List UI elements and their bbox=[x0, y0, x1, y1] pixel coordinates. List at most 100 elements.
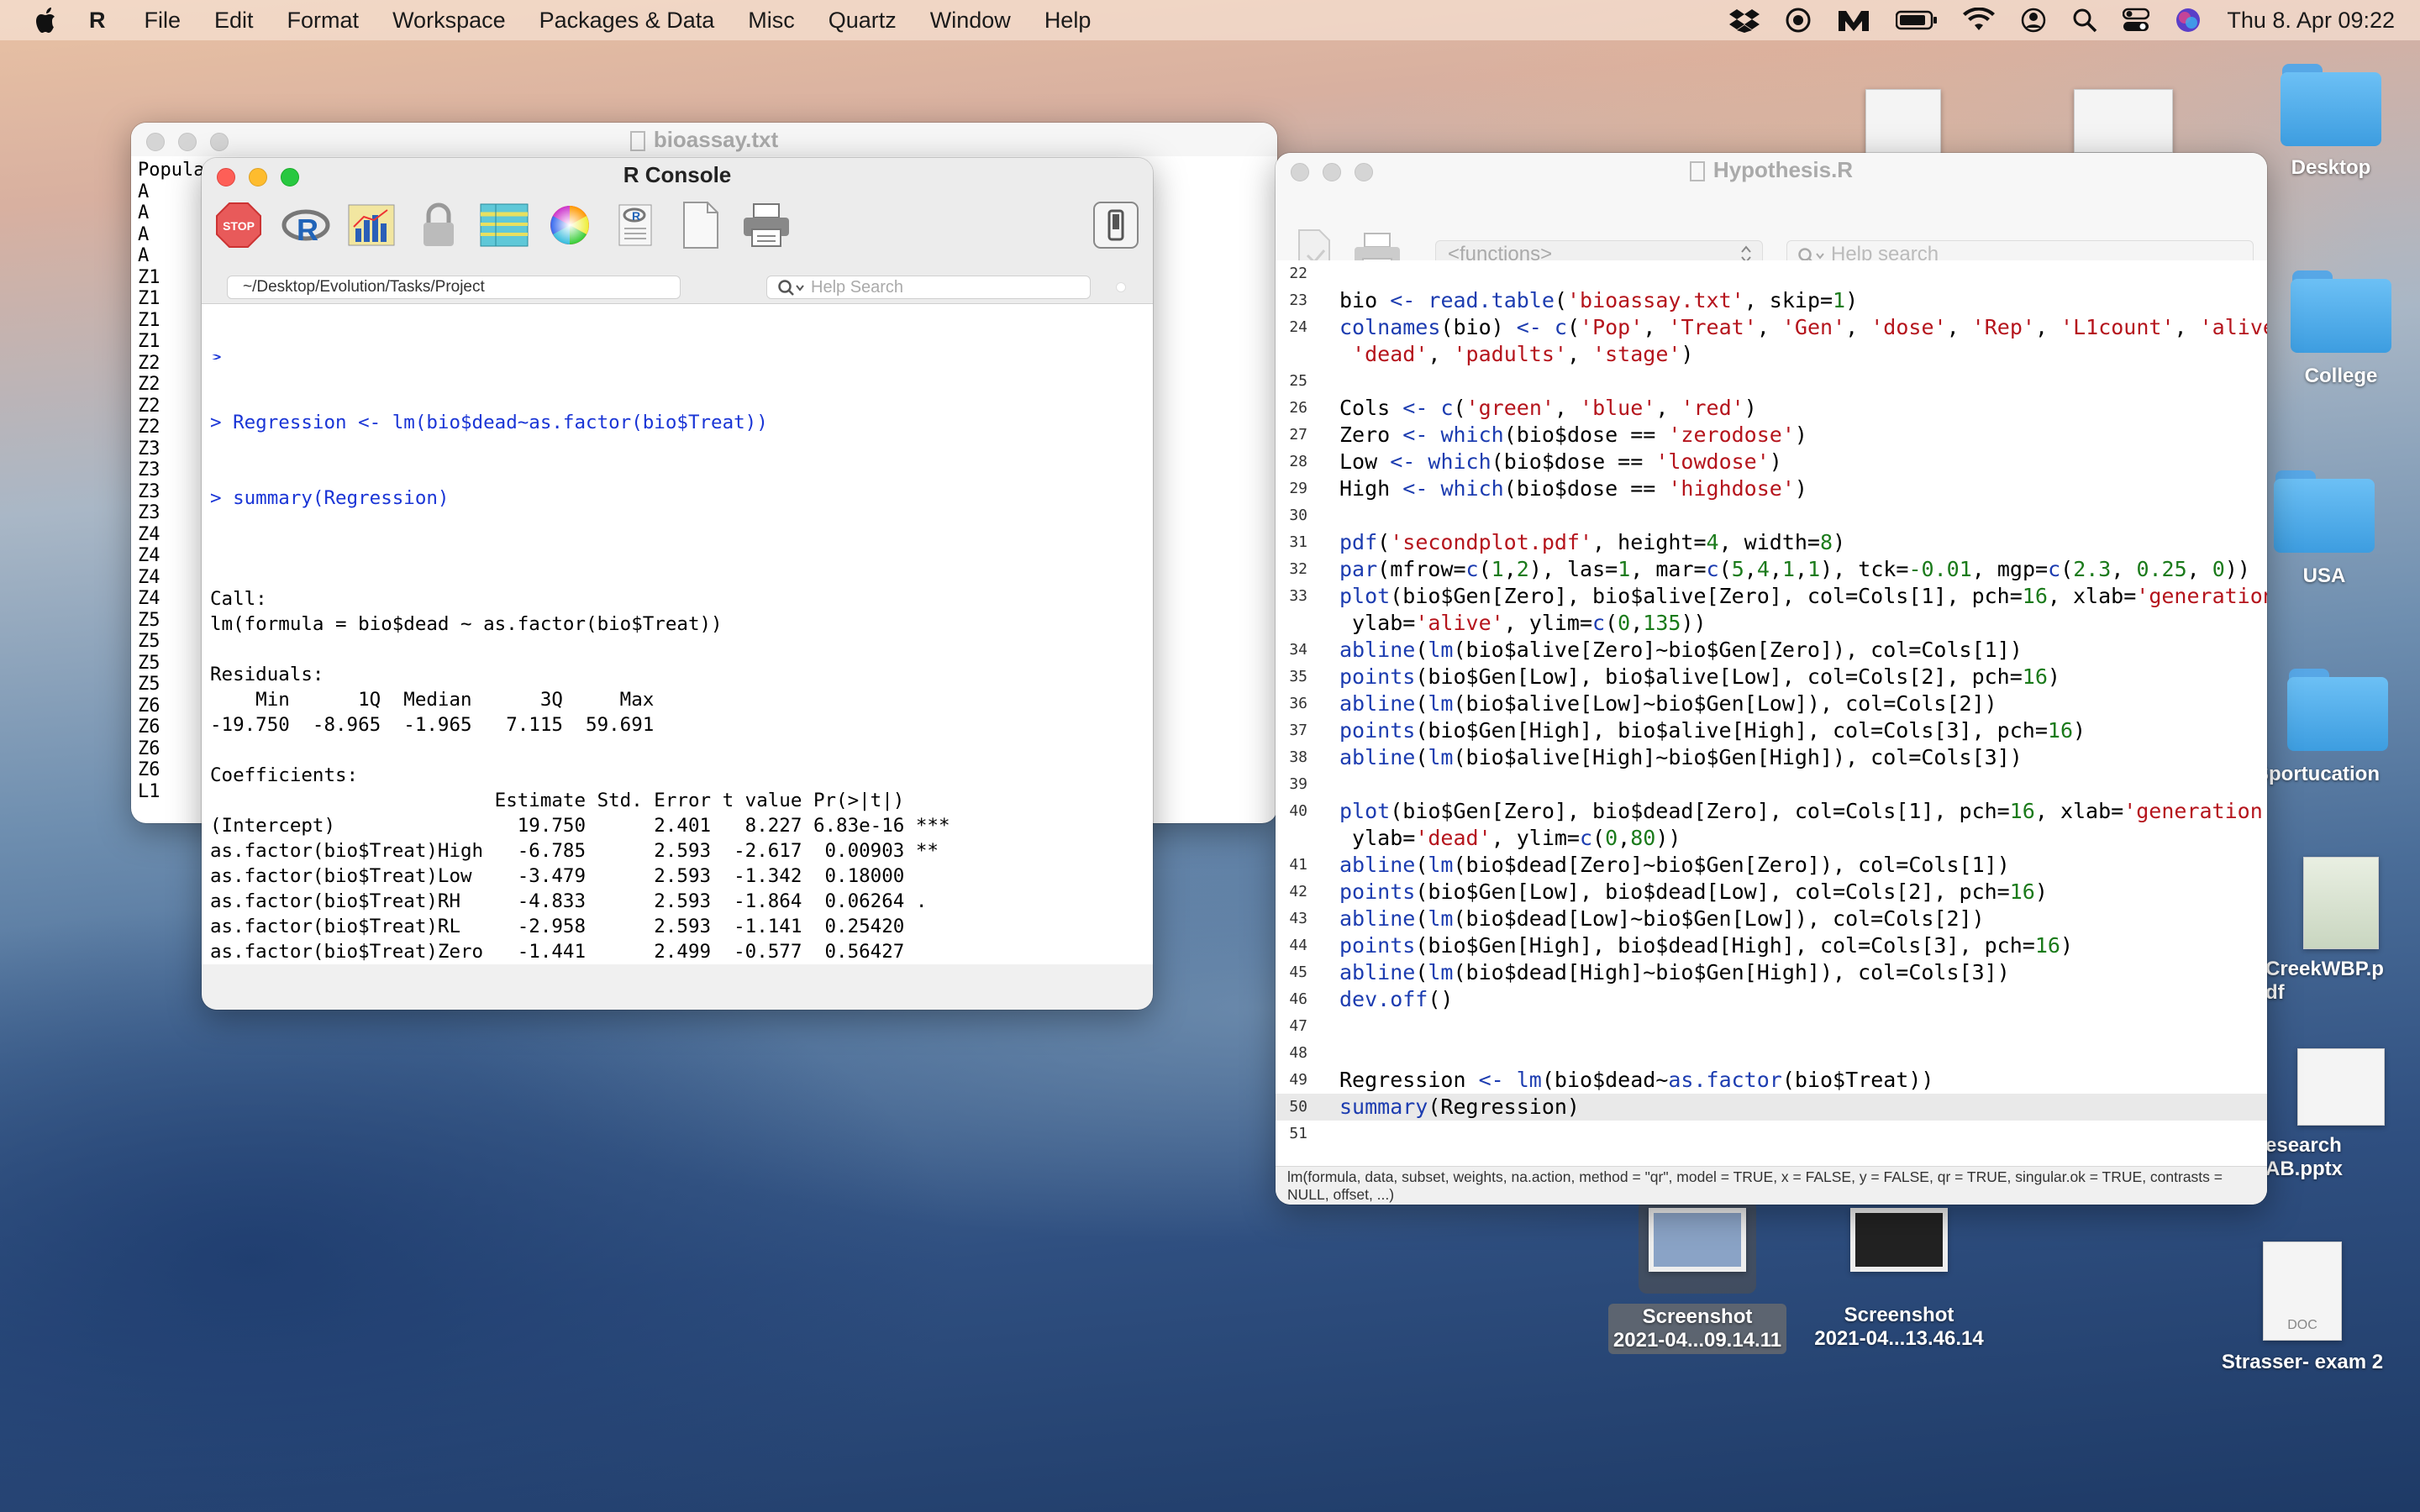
desktop-folder-usa[interactable]: USA bbox=[2249, 470, 2400, 588]
desktop-document-icon[interactable] bbox=[1857, 89, 1949, 156]
battery-icon[interactable] bbox=[1896, 9, 1938, 31]
code-editor[interactable]: 22 23 bio <- read.table('bioassay.txt', sk… bbox=[1276, 260, 2267, 1151]
code-line[interactable]: 23 bio <- read.table('bioassay.txt', skip… bbox=[1276, 287, 2267, 314]
code-line[interactable]: ylab='alive', ylim=c(0,135)) bbox=[1276, 610, 2267, 637]
menu-window[interactable]: Window bbox=[930, 8, 1011, 34]
r-console-window[interactable]: R Console STOP R R ~/Desktop/Evolution/T… bbox=[202, 158, 1153, 1010]
code-line[interactable]: 42 points(bio$Gen[Low], bio$dead[Low], co… bbox=[1276, 879, 2267, 906]
code-line[interactable]: 49 Regression <- lm(bio$dead~as.factor(bi… bbox=[1276, 1067, 2267, 1094]
dropbox-icon[interactable] bbox=[1729, 8, 1760, 33]
user-icon[interactable] bbox=[2020, 7, 2047, 34]
line-number: 32 bbox=[1289, 560, 1307, 578]
desktop-folder-sportucation[interactable]: Sportucation bbox=[2255, 669, 2420, 786]
working-directory-field[interactable]: ~/Desktop/Evolution/Tasks/Project bbox=[227, 276, 681, 299]
control-center-icon[interactable] bbox=[2123, 8, 2150, 33]
code-line[interactable]: 48 bbox=[1276, 1040, 2267, 1067]
code-line[interactable]: 28 Low <- which(bio$dose == 'lowdose') bbox=[1276, 449, 2267, 475]
apple-menu-icon[interactable] bbox=[35, 6, 60, 34]
code-line[interactable]: 35 points(bio$Gen[Low], bio$alive[Low], c… bbox=[1276, 664, 2267, 690]
code-line[interactable]: 37 points(bio$Gen[High], bio$alive[High],… bbox=[1276, 717, 2267, 744]
code-line[interactable]: 46 dev.off() bbox=[1276, 986, 2267, 1013]
line-number: 24 bbox=[1289, 318, 1307, 336]
wifi-icon[interactable] bbox=[1963, 8, 1996, 33]
code-line[interactable]: 38 abline(lm(bio$alive[High]~bio$Gen[High… bbox=[1276, 744, 2267, 771]
menu-app-r[interactable]: R bbox=[89, 8, 106, 34]
lock-icon[interactable] bbox=[413, 200, 464, 250]
menu-quartz[interactable]: Quartz bbox=[829, 8, 897, 34]
code-line[interactable]: 27 Zero <- which(bio$dose == 'zerodose') bbox=[1276, 422, 2267, 449]
menubar-clock[interactable]: Thu 8. Apr 09:22 bbox=[2227, 8, 2395, 34]
close-button[interactable] bbox=[146, 133, 165, 151]
m-app-icon[interactable] bbox=[1837, 8, 1870, 33]
desktop-screenshot-2[interactable]: Screenshot 2021-04...13.46.14 bbox=[1798, 1200, 2000, 1351]
code-line[interactable]: 50 summary(Regression) bbox=[1276, 1094, 2267, 1121]
console-titlebar[interactable]: R Console bbox=[202, 158, 1153, 192]
code-line[interactable]: 34 abline(lm(bio$alive[Zero]~bio$Gen[Zero… bbox=[1276, 637, 2267, 664]
color-wheel-icon[interactable] bbox=[544, 200, 595, 250]
close-button[interactable] bbox=[1291, 163, 1309, 181]
code-line[interactable]: 31 pdf('secondplot.pdf', height=4, width=… bbox=[1276, 529, 2267, 556]
desktop-document-thumbnail[interactable] bbox=[2069, 89, 2178, 153]
code-line[interactable]: 41 abline(lm(bio$dead[Zero]~bio$Gen[Zero]… bbox=[1276, 852, 2267, 879]
desktop-file-creekwbp[interactable]: CreekWBP.p df bbox=[2265, 857, 2417, 1005]
minimize-button[interactable] bbox=[178, 133, 197, 151]
bioassay-titlebar[interactable]: bioassay.txt bbox=[131, 123, 1277, 156]
desktop-folder-desktop[interactable]: Desktop bbox=[2255, 64, 2407, 180]
editor-window-hypothesis[interactable]: Hypothesis.R <functions> Help search 22 2… bbox=[1276, 153, 2267, 1205]
code-line[interactable]: 32 par(mfrow=c(1,2), las=1, mar=c(5,4,1,1… bbox=[1276, 556, 2267, 583]
desktop-file-research-pptx[interactable]: esearch AB.pptx bbox=[2265, 1048, 2417, 1181]
menu-help[interactable]: Help bbox=[1044, 8, 1092, 34]
minimize-button[interactable] bbox=[249, 168, 267, 186]
new-document-icon[interactable] bbox=[676, 200, 726, 250]
code-line[interactable]: 44 points(bio$Gen[High], bio$dead[High], … bbox=[1276, 932, 2267, 959]
siri-icon[interactable] bbox=[2175, 7, 2202, 34]
menu-edit[interactable]: Edit bbox=[214, 8, 254, 34]
code-line[interactable]: 40 plot(bio$Gen[Zero], bio$dead[Zero], co… bbox=[1276, 798, 2267, 825]
code-line[interactable]: 22 bbox=[1276, 260, 2267, 287]
code-line[interactable]: 51 bbox=[1276, 1121, 2267, 1147]
console-output-line: as.factor(bio$Treat)Zero -1.441 2.499 -0… bbox=[210, 941, 950, 963]
code-line[interactable]: 'dead', 'padults', 'stage') bbox=[1276, 341, 2267, 368]
spotlight-search-icon[interactable] bbox=[2072, 8, 2097, 33]
new-quartz-icon[interactable]: R bbox=[610, 200, 660, 250]
menu-packages-data[interactable]: Packages & Data bbox=[539, 8, 715, 34]
code-line[interactable]: 43 abline(lm(bio$dead[Low]~bio$Gen[Low]),… bbox=[1276, 906, 2267, 932]
desktop-folder-college[interactable]: College bbox=[2265, 270, 2417, 388]
code-text: Low <- which(bio$dose == 'lowdose') bbox=[1339, 449, 1782, 474]
desktop-file-strasser-exam[interactable]: DOC Strasser- exam 2 bbox=[2202, 1242, 2403, 1374]
code-line[interactable]: 29 High <- which(bio$dose == 'highdose') bbox=[1276, 475, 2267, 502]
code-line[interactable]: 33 plot(bio$Gen[Zero], bio$alive[Zero], c… bbox=[1276, 583, 2267, 610]
print-icon[interactable] bbox=[741, 200, 792, 250]
console-output[interactable]: > > Regression <- lm(bio$dead~as.factor(… bbox=[202, 304, 1153, 964]
code-line[interactable]: ylab='dead', ylim=c(0,80)) bbox=[1276, 825, 2267, 852]
r-source-icon[interactable]: R bbox=[281, 200, 331, 250]
zoom-button[interactable] bbox=[281, 168, 299, 186]
close-button[interactable] bbox=[217, 168, 235, 186]
zoom-button[interactable] bbox=[1355, 163, 1373, 181]
menu-misc[interactable]: Misc bbox=[748, 8, 795, 34]
zoom-button[interactable] bbox=[210, 133, 229, 151]
code-line[interactable]: 24 colnames(bio) <- c('Pop', 'Treat', 'Ge… bbox=[1276, 314, 2267, 341]
drawer-toggle-icon[interactable] bbox=[1091, 200, 1141, 250]
code-line[interactable]: 47 bbox=[1276, 1013, 2267, 1040]
code-line[interactable]: 39 bbox=[1276, 771, 2267, 798]
menu-file[interactable]: File bbox=[145, 8, 182, 34]
code-line[interactable]: 36 abline(lm(bio$alive[Low]~bio$Gen[Low])… bbox=[1276, 690, 2267, 717]
code-line[interactable]: 26 Cols <- c('green', 'blue', 'red') bbox=[1276, 395, 2267, 422]
menu-format[interactable]: Format bbox=[287, 8, 360, 34]
line-number: 38 bbox=[1289, 748, 1307, 766]
desktop-screenshot-1[interactable]: Screenshot 2021-04...09.14.11 bbox=[1597, 1200, 1798, 1354]
sync-icon[interactable] bbox=[1785, 7, 1812, 34]
code-line[interactable]: 52 head bbox=[1276, 1147, 2267, 1151]
code-line[interactable]: 45 abline(lm(bio$dead[High]~bio$Gen[High]… bbox=[1276, 959, 2267, 986]
chart-icon[interactable] bbox=[346, 200, 397, 250]
stop-icon[interactable]: STOP bbox=[213, 200, 264, 250]
help-search-input[interactable]: Help Search bbox=[766, 276, 1091, 299]
menu-workspace[interactable]: Workspace bbox=[392, 8, 506, 34]
code-line[interactable]: 25 bbox=[1276, 368, 2267, 395]
data-editor-icon[interactable] bbox=[479, 200, 529, 250]
folder-icon bbox=[2281, 64, 2381, 146]
code-line[interactable]: 30 bbox=[1276, 502, 2267, 529]
minimize-button[interactable] bbox=[1323, 163, 1341, 181]
editor-titlebar[interactable]: Hypothesis.R bbox=[1276, 153, 2267, 186]
